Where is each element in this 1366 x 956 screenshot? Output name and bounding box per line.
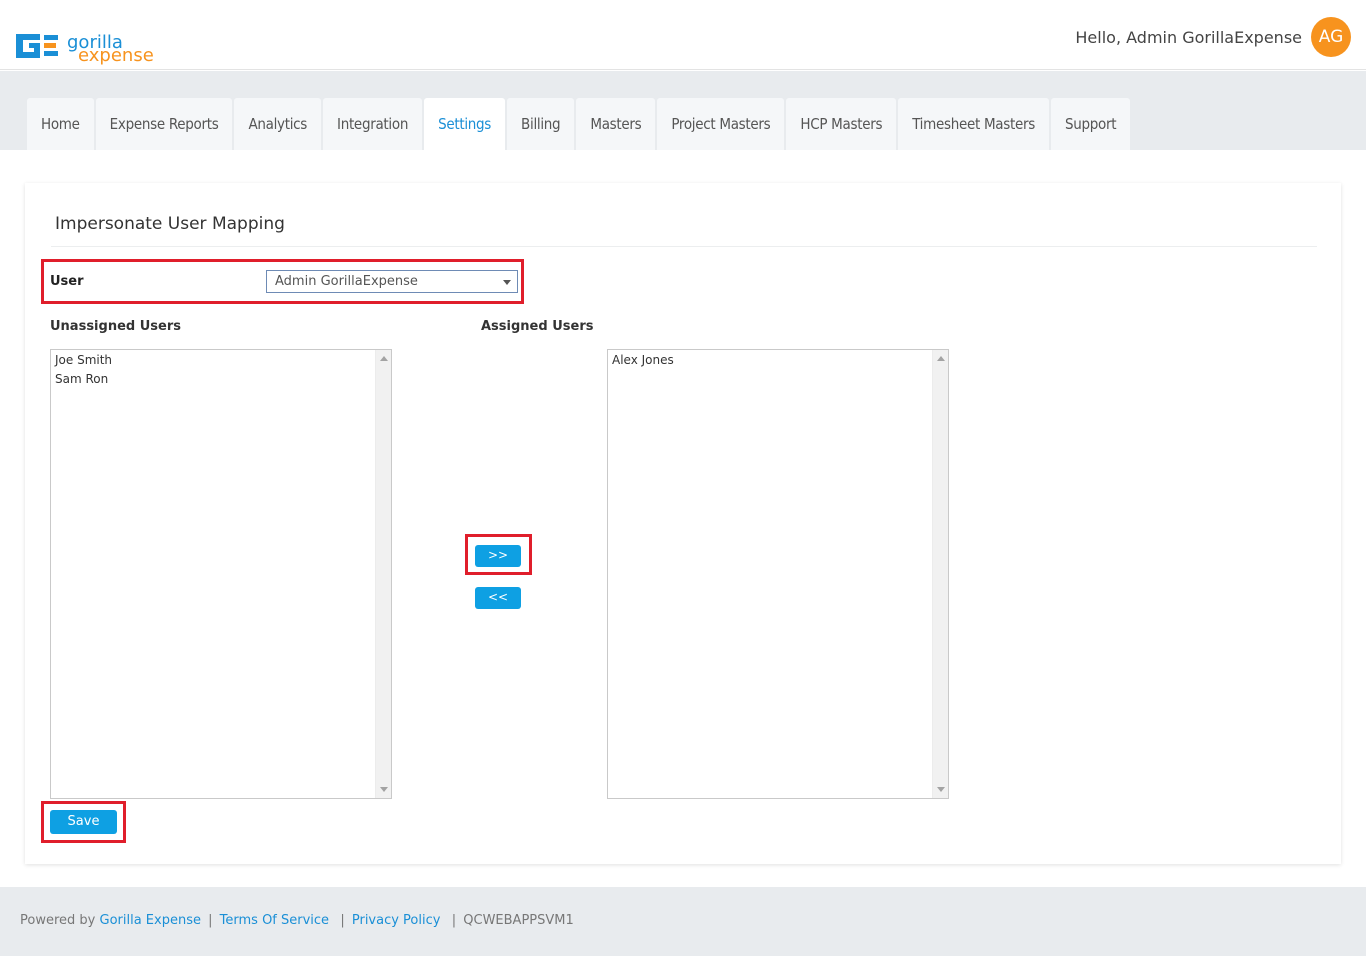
scroll-down-icon[interactable] — [937, 787, 945, 792]
save-button[interactable]: Save — [50, 810, 117, 834]
tab-hcp-masters[interactable]: HCP Masters — [786, 98, 897, 150]
unassigned-users-items: Joe Smith Sam Ron — [51, 351, 374, 389]
move-right-button[interactable]: >> — [475, 545, 521, 567]
tab-billing[interactable]: Billing — [507, 98, 575, 150]
tab-timesheet-masters[interactable]: Timesheet Masters — [898, 98, 1049, 150]
chevron-down-icon — [503, 280, 511, 285]
footer-separator: | — [447, 913, 457, 928]
unassigned-users-listbox[interactable]: Joe Smith Sam Ron — [50, 349, 392, 799]
tab-home[interactable]: Home — [27, 98, 94, 150]
tab-support[interactable]: Support — [1050, 98, 1131, 150]
tab-expense-reports[interactable]: Expense Reports — [95, 98, 233, 150]
footer-separator: | — [336, 913, 345, 928]
scroll-up-icon[interactable] — [380, 356, 388, 361]
list-item[interactable]: Joe Smith — [51, 351, 374, 370]
footer: Powered by Gorilla Expense | Terms Of Se… — [0, 887, 1366, 956]
title-divider — [51, 246, 1317, 247]
powered-by-text: Powered by — [20, 913, 96, 928]
server-name: QCWEBAPPSVM1 — [463, 913, 574, 928]
gorilla-expense-logo[interactable]: gorilla expense — [14, 28, 164, 68]
list-item[interactable]: Sam Ron — [51, 370, 374, 389]
tab-project-masters[interactable]: Project Masters — [657, 98, 785, 150]
unassigned-scrollbar[interactable] — [375, 350, 391, 798]
user-avatar[interactable]: AG — [1311, 17, 1351, 57]
assigned-users-listbox[interactable]: Alex Jones — [607, 349, 949, 799]
impersonate-user-mapping-card: Impersonate User Mapping User Admin Gori… — [25, 183, 1341, 864]
user-label: User — [50, 274, 84, 289]
privacy-policy-link[interactable]: Privacy Policy — [352, 913, 441, 928]
scroll-down-icon[interactable] — [380, 787, 388, 792]
tab-masters[interactable]: Masters — [576, 98, 656, 150]
user-greeting: Hello, Admin GorillaExpense — [1075, 28, 1302, 47]
page-title: Impersonate User Mapping — [55, 214, 285, 234]
footer-separator: | — [208, 913, 213, 928]
assigned-users-label: Assigned Users — [481, 319, 594, 334]
move-left-button[interactable]: << — [475, 587, 521, 609]
logo-word-bottom: expense — [78, 45, 154, 66]
top-header: gorilla expense Hello, Admin GorillaExpe… — [0, 0, 1366, 70]
list-item[interactable]: Alex Jones — [608, 351, 931, 370]
terms-of-service-link[interactable]: Terms Of Service — [220, 913, 329, 928]
user-select[interactable]: Admin GorillaExpense — [266, 270, 518, 293]
unassigned-users-label: Unassigned Users — [50, 319, 181, 334]
assigned-scrollbar[interactable] — [932, 350, 948, 798]
scroll-up-icon[interactable] — [937, 356, 945, 361]
tab-integration[interactable]: Integration — [323, 98, 423, 150]
footer-text: Powered by Gorilla Expense | Terms Of Se… — [20, 913, 574, 928]
tab-analytics[interactable]: Analytics — [234, 98, 322, 150]
main-nav-tabs: Home Expense Reports Analytics Integration S… — [27, 98, 1132, 150]
gorilla-expense-link[interactable]: Gorilla Expense — [100, 913, 201, 928]
tab-settings[interactable]: Settings — [424, 98, 506, 150]
user-select-value: Admin GorillaExpense — [275, 274, 418, 289]
assigned-users-items: Alex Jones — [608, 351, 931, 370]
